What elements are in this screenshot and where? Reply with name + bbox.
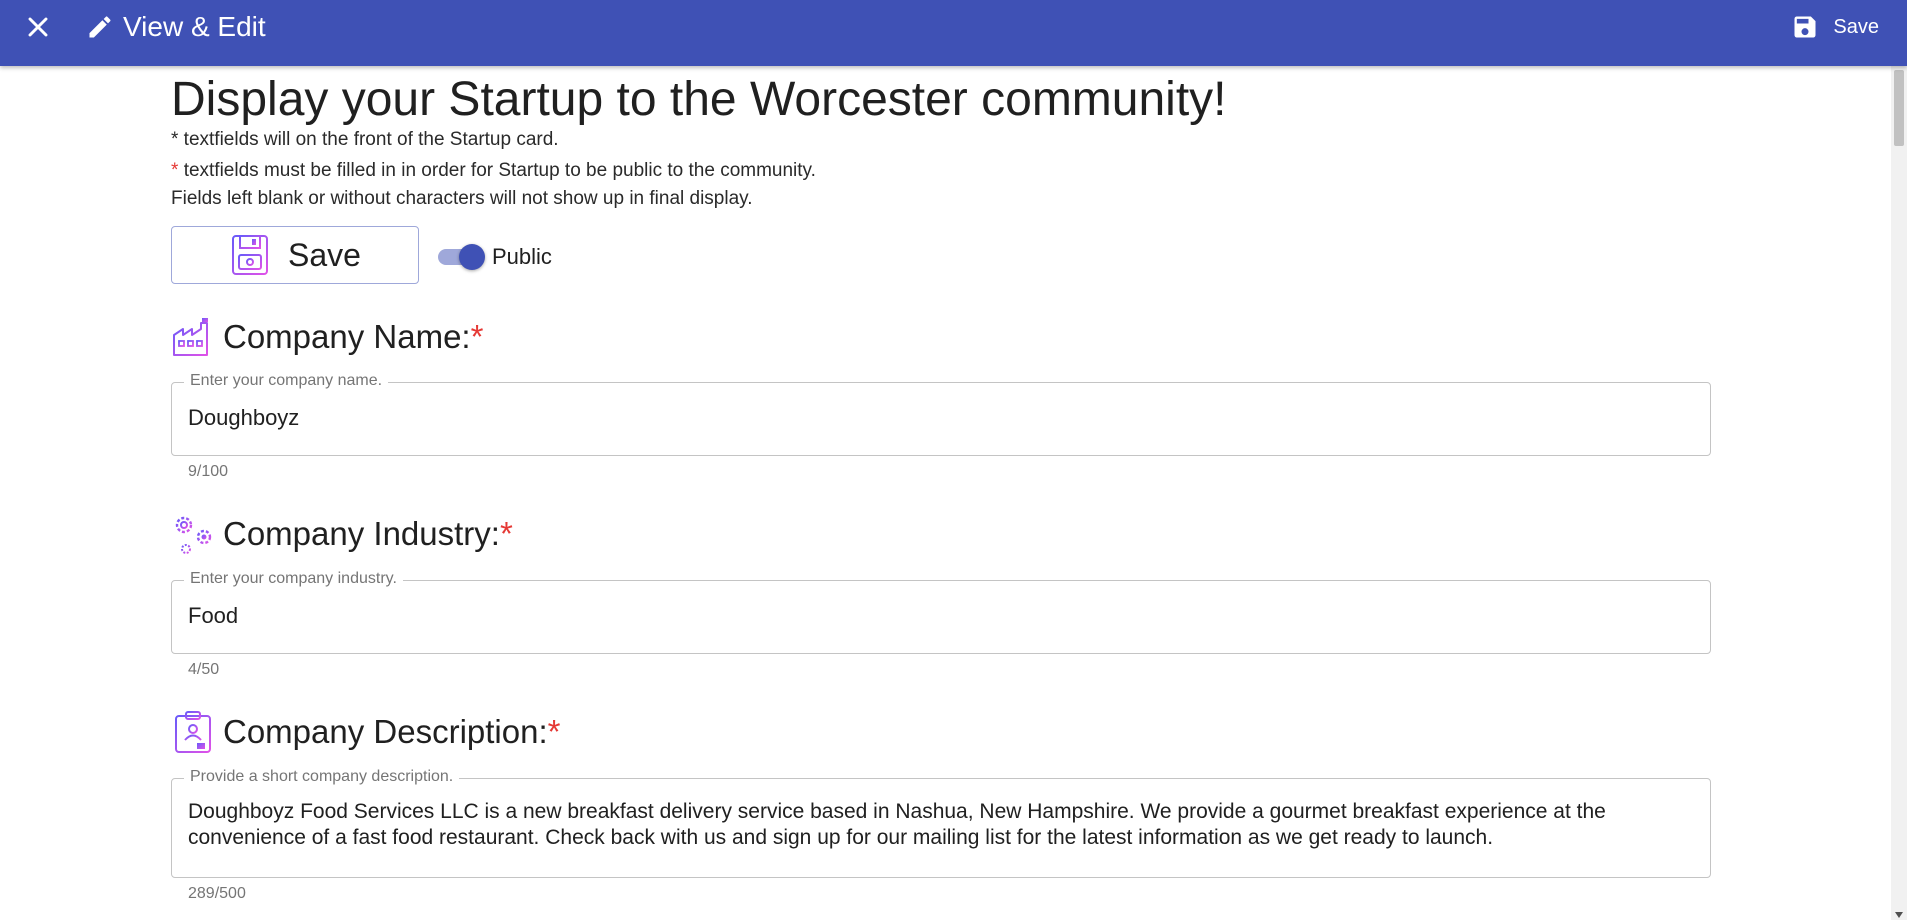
- required-asterisk: *: [171, 160, 179, 181]
- company-description-label: Company Description:: [223, 713, 548, 750]
- company-industry-label: Company Industry:: [223, 515, 500, 552]
- scrollbar-thumb[interactable]: [1894, 70, 1904, 146]
- company-name-heading: Company Name: *: [171, 313, 483, 361]
- note-front-of-card: * textfields will on the front of the St…: [171, 129, 559, 150]
- company-industry-counter: 4/50: [188, 661, 220, 678]
- required-asterisk: *: [499, 515, 513, 552]
- company-name-label: Company Name:: [223, 318, 471, 355]
- pencil-icon: [89, 16, 111, 38]
- public-toggle[interactable]: [435, 243, 487, 270]
- toggle-knob: [459, 244, 485, 270]
- note-required-fields: * textfields must be filled in in order …: [171, 159, 816, 183]
- save-button[interactable]: Save: [171, 226, 419, 284]
- company-description-legend: Provide a short company description.: [184, 768, 460, 786]
- app-bar-save-button[interactable]: Save: [1791, 11, 1879, 43]
- scroll-down-arrow-icon[interactable]: [1895, 912, 1903, 918]
- company-name-counter: 9/100: [188, 463, 229, 480]
- app-bar: View & Edit Save: [0, 0, 1907, 66]
- company-industry-legend: Enter your company industry.: [184, 570, 403, 588]
- factory-icon: [172, 318, 213, 356]
- note-blank-fields: Fields left blank or without characters …: [171, 188, 753, 209]
- company-industry-field[interactable]: Enter your company industry.: [171, 570, 1711, 654]
- floppy-disk-icon: [1794, 16, 1816, 38]
- company-description-field[interactable]: Provide a short company description. Dou…: [171, 768, 1711, 878]
- required-asterisk: *: [470, 318, 484, 355]
- page-title: Display your Startup to the Worcester co…: [171, 73, 1227, 126]
- public-toggle-label: Public: [492, 244, 552, 269]
- company-name-input[interactable]: [188, 401, 1688, 435]
- save-button-label: Save: [288, 236, 361, 273]
- company-name-field[interactable]: Enter your company name.: [171, 372, 1711, 456]
- company-industry-input[interactable]: [188, 599, 1688, 633]
- company-name-legend: Enter your company name.: [184, 372, 389, 390]
- floppy-disk-icon: [232, 235, 268, 275]
- company-description-heading: Company Description: *: [171, 708, 560, 756]
- app-bar-title: View & Edit: [123, 11, 266, 42]
- id-card-icon: [175, 711, 211, 753]
- company-description-counter: 289/500: [188, 885, 246, 902]
- note-required-text: textfields must be filled in in order fo…: [183, 160, 816, 181]
- company-description-textarea[interactable]: Doughboyz Food Services LLC is a new bre…: [188, 799, 1693, 857]
- vertical-scrollbar[interactable]: [1891, 66, 1907, 920]
- company-industry-heading: Company Industry: *: [171, 510, 513, 558]
- close-icon[interactable]: [22, 11, 54, 43]
- gears-icon: [175, 516, 212, 554]
- required-asterisk: *: [547, 713, 561, 750]
- app-bar-save-label: Save: [1833, 15, 1879, 38]
